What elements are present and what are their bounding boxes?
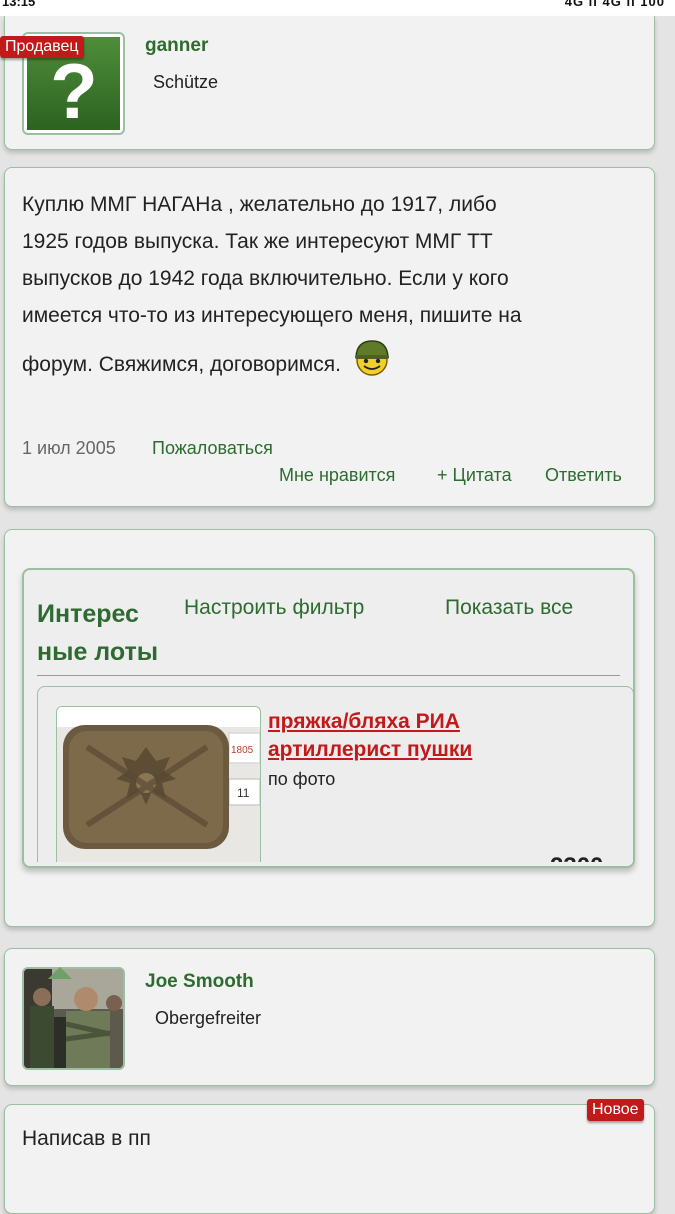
post-line-text: форум. Свяжимся, договоримся. — [22, 353, 341, 376]
post-line: 1925 годов выпуска. Так же интересуют ММ… — [22, 230, 493, 253]
lot-title-line: артиллерист пушки — [268, 738, 473, 761]
status-time: 13:15 — [2, 0, 36, 9]
author-username[interactable]: ganner — [145, 35, 208, 57]
lots-title: Интерес ные лоты — [37, 595, 158, 671]
post-date: 1 июл 2005 — [22, 438, 116, 458]
post-line: имеется что-то из интересующего меня, пи… — [22, 304, 522, 327]
seller-badge: Продавец — [0, 36, 84, 58]
author-username[interactable]: Joe Smooth — [145, 971, 254, 993]
soldier-smiley-icon — [354, 340, 389, 376]
post-line: выпусков до 1942 года включительно. Если… — [22, 267, 509, 290]
post-line: форум. Свяжимся, договоримся. — [22, 337, 647, 383]
avatar[interactable] — [22, 967, 125, 1070]
avatar-corner-marker — [48, 967, 72, 979]
quote-button[interactable]: + Цитата — [437, 465, 512, 486]
lot-subtitle: по фото — [268, 769, 336, 789]
lots-title-line: ные лоты — [37, 638, 159, 666]
configure-filter-link[interactable]: Настроить фильтр — [184, 596, 364, 620]
report-link[interactable]: Пожаловаться — [152, 438, 273, 459]
status-indicators: 4G ıl 4G ıl 100 — [564, 0, 665, 9]
soldiers-photo-avatar-icon — [24, 969, 123, 1068]
author-rank: Schütze — [153, 72, 219, 92]
svg-text:?: ? — [50, 47, 98, 133]
new-badge: Новое — [587, 1099, 644, 1121]
show-all-link[interactable]: Показать все — [445, 596, 573, 620]
lot-item-card[interactable]: 1805 11 пряжка/бляха РИА артиллерист пуш… — [37, 686, 634, 862]
post-line: Куплю ММГ НАГАНа , желательно до 1917, л… — [22, 193, 497, 216]
lot-title[interactable]: пряжка/бляха РИА артиллерист пушки — [268, 708, 472, 764]
photo-tag-1805: 1805 — [231, 745, 254, 756]
lots-title-line: Интерес — [37, 600, 139, 628]
post-body: Написав в пп — [22, 1127, 151, 1150]
post-body: Куплю ММГ НАГАНа , желательно до 1917, л… — [22, 186, 647, 383]
lot-photo-frame: 1805 11 — [56, 706, 261, 862]
post-card-joe-smooth — [4, 1104, 655, 1214]
photo-tag-11: 11 — [237, 786, 250, 800]
reply-button[interactable]: Ответить — [545, 465, 622, 486]
author-rank: Obergefreiter — [155, 1008, 262, 1028]
lot-price: 2300 — [550, 853, 603, 862]
lots-divider — [37, 675, 620, 676]
lot-title-line: пряжка/бляха РИА — [268, 710, 460, 733]
like-button[interactable]: Мне нравится — [279, 465, 395, 486]
status-bar: 13:15 4G ıl 4G ıl 100 — [0, 0, 675, 16]
buckle-photo-icon: 1805 11 — [57, 707, 260, 862]
